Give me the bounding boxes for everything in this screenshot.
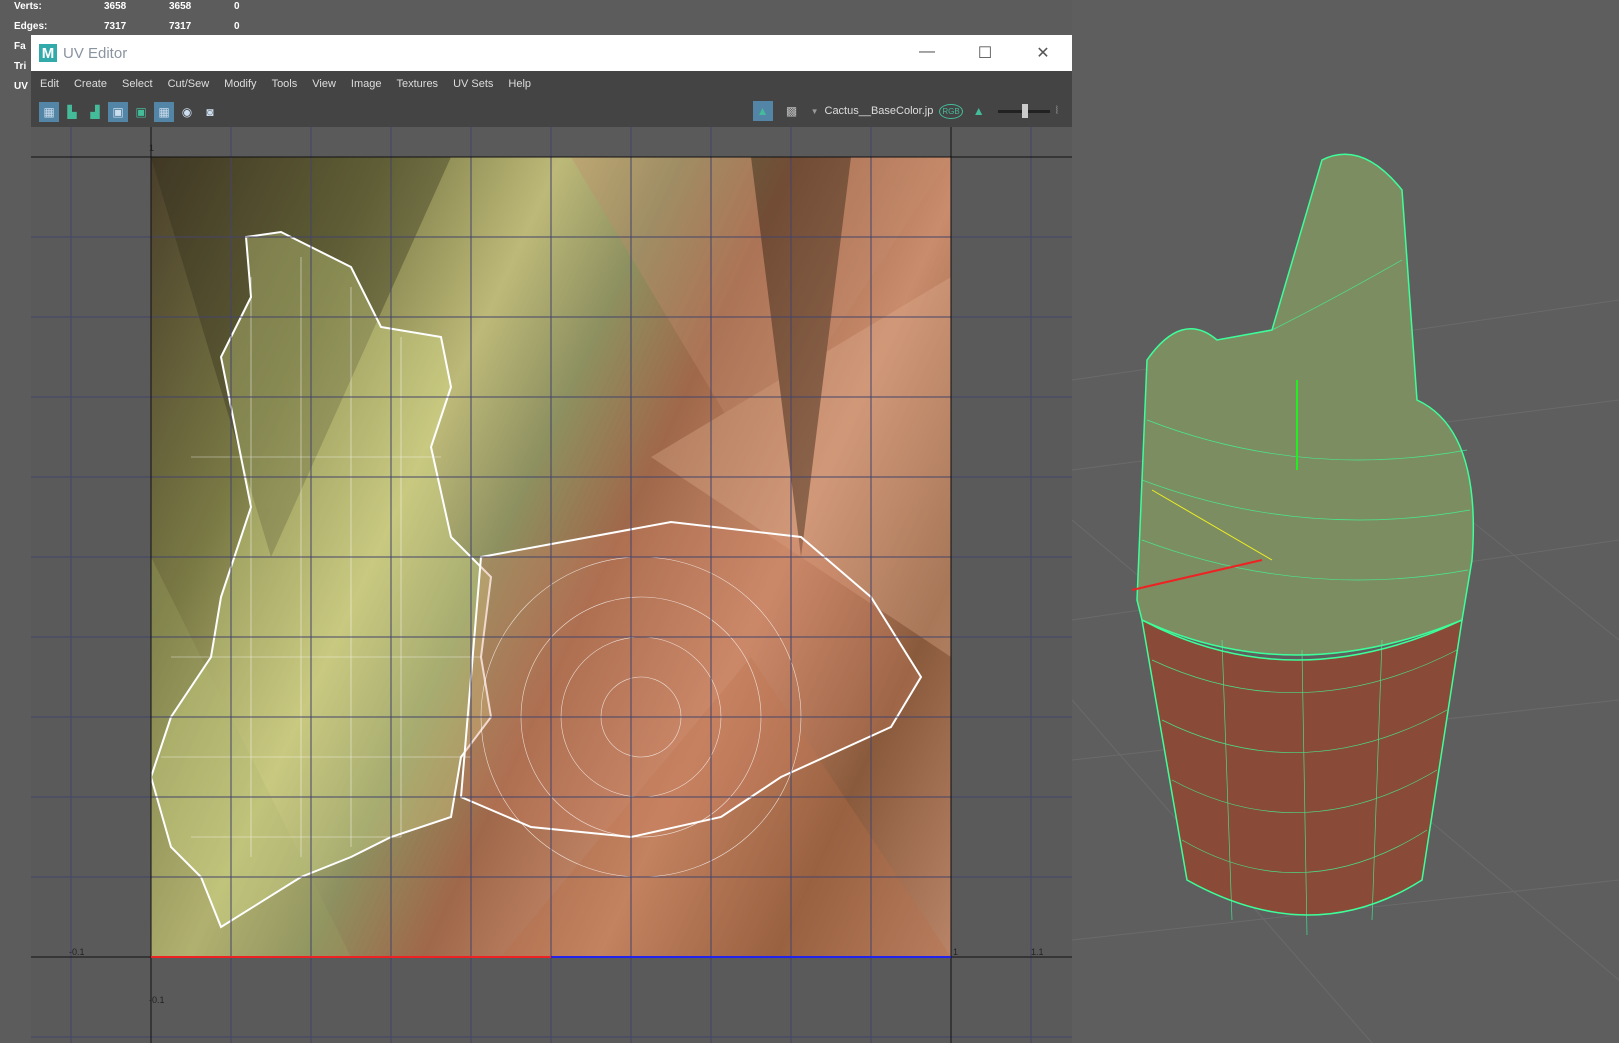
dim-image-icon[interactable]: ◉ bbox=[177, 102, 197, 122]
3d-viewport[interactable] bbox=[1072, 0, 1619, 1043]
uv-layout-alt-icon[interactable]: ▟ bbox=[85, 102, 105, 122]
stat-row: Verts: 3658 3658 0 bbox=[14, 0, 240, 12]
uv-shell-icon[interactable]: ▦ bbox=[39, 101, 59, 122]
menu-tools[interactable]: Tools bbox=[272, 78, 298, 90]
v-label-1: 1 bbox=[149, 143, 155, 153]
expand-toolbar-icon[interactable]: ⦚ bbox=[1056, 105, 1058, 118]
uv-grid bbox=[31, 127, 1072, 1043]
image-display-icon[interactable]: ▲ bbox=[752, 101, 773, 121]
checker-icon[interactable]: ▩ bbox=[782, 101, 802, 121]
exposure-slider[interactable] bbox=[997, 103, 1050, 118]
menu-image[interactable]: Image bbox=[351, 78, 382, 90]
menu-help[interactable]: Help bbox=[508, 78, 531, 90]
minimize-button[interactable]: — bbox=[898, 43, 956, 63]
grid-toggle-icon[interactable]: ▦ bbox=[154, 101, 174, 122]
v-label-neg: -0.1 bbox=[149, 995, 165, 1005]
cactus-body bbox=[1136, 153, 1475, 656]
menu-view[interactable]: View bbox=[312, 78, 336, 90]
menu-select[interactable]: Select bbox=[122, 78, 153, 90]
viewport-scene bbox=[1072, 153, 1619, 1043]
rgb-channels-icon[interactable]: RGB bbox=[939, 103, 963, 119]
u-label-1-1: 1.1 bbox=[1031, 947, 1044, 957]
snapshot-camera-icon[interactable]: ◙ bbox=[200, 102, 220, 122]
toolbar: ▦ ▙ ▟ ▣ ▣ ▦ ◉ ◙ ▲ ▩ ▼ Cactus__BaseColor.… bbox=[31, 96, 1072, 127]
title-bar[interactable]: M UV Editor — ☐ ✕ bbox=[31, 35, 1072, 71]
menu-edit[interactable]: Edit bbox=[40, 78, 59, 90]
maximize-button[interactable]: ☐ bbox=[956, 43, 1014, 63]
menu-modify[interactable]: Modify bbox=[224, 78, 256, 90]
slider-handle[interactable] bbox=[1021, 103, 1028, 118]
uv-layout-icon[interactable]: ▙ bbox=[62, 102, 82, 122]
menu-cut-sew[interactable]: Cut/Sew bbox=[168, 78, 210, 90]
close-button[interactable]: ✕ bbox=[1014, 43, 1072, 63]
display-grid-icon[interactable]: ▣ bbox=[108, 101, 128, 122]
texture-dropdown-chevron-icon[interactable]: ▼ bbox=[811, 107, 819, 116]
display-border-icon[interactable]: ▣ bbox=[131, 102, 151, 122]
menu-bar: Edit Create Select Cut/Sew Modify Tools … bbox=[31, 71, 1072, 96]
texture-name[interactable]: Cactus__BaseColor.jp bbox=[825, 105, 934, 117]
image-ratio-icon[interactable]: ▲ bbox=[969, 101, 989, 121]
uv-editor-window: M UV Editor — ☐ ✕ Edit Create Select Cut… bbox=[31, 35, 1072, 1043]
menu-uv-sets[interactable]: UV Sets bbox=[453, 78, 493, 90]
menu-textures[interactable]: Textures bbox=[396, 78, 438, 90]
u-label-1: 1 bbox=[953, 947, 959, 957]
maya-logo: M bbox=[39, 44, 57, 62]
menu-create[interactable]: Create bbox=[74, 78, 107, 90]
uv-canvas[interactable]: 1 -0.1 1 1.1 -0.1 bbox=[31, 127, 1072, 1043]
window-title: UV Editor bbox=[63, 44, 128, 62]
u-label-neg: -0.1 bbox=[69, 947, 85, 957]
stat-row: Edges: 7317 7317 0 bbox=[14, 20, 240, 32]
